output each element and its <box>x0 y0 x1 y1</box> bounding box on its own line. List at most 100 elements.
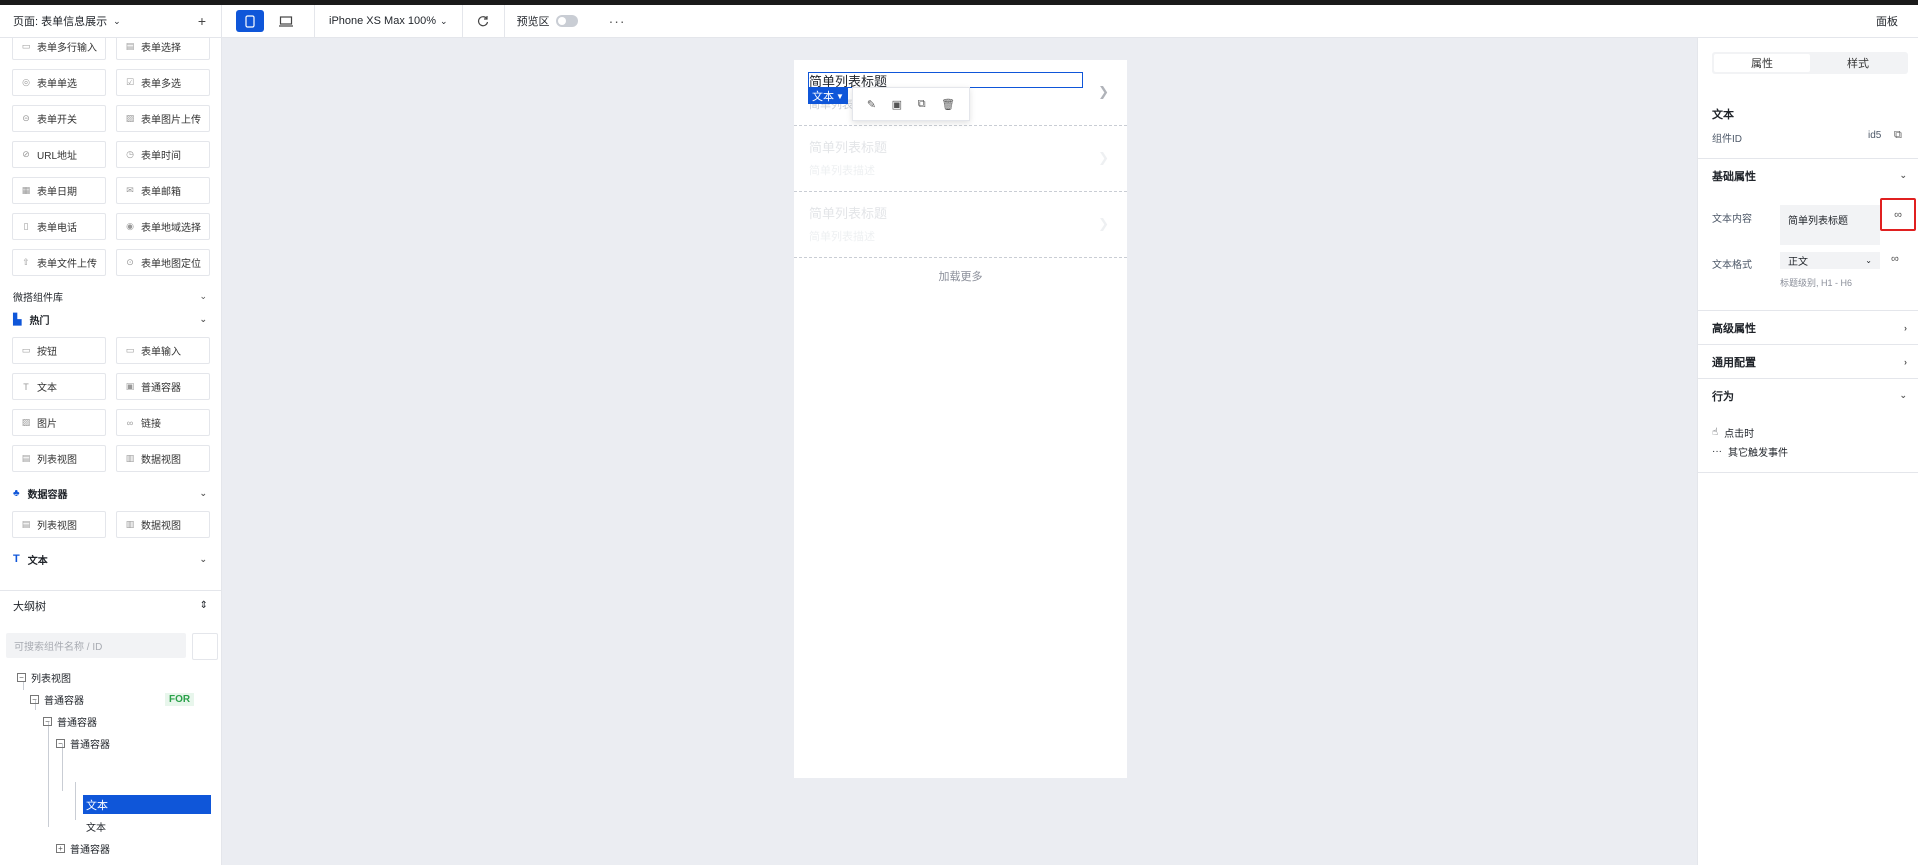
data-view-icon: ▥ <box>125 519 135 529</box>
component-panel: ▭ 表单多行输入 ▤ 表单选择 ◎ 表单单选 ☑ 表单多选 ⊝ 表单开关 ▨ 表单图片上传 … <box>0 38 222 865</box>
search-scroll-control[interactable] <box>192 633 218 660</box>
data-bind-button[interactable]: ∞ <box>1880 198 1916 231</box>
tree-node[interactable]: 文本 <box>86 817 106 835</box>
component-label: 表单输入 <box>141 347 181 358</box>
load-more[interactable]: 加载更多 <box>794 268 1127 284</box>
component-label: 表单多选 <box>141 79 181 90</box>
more-icon[interactable]: ··· <box>609 13 626 29</box>
component-item[interactable]: ⇧ 表单文件上传 <box>12 249 106 276</box>
collapse-icon[interactable]: − <box>30 694 39 704</box>
list-item-subtitle: 简单列表描述 <box>809 231 875 243</box>
general-config-section[interactable]: 通用配置 › <box>1698 344 1918 378</box>
text-content-input[interactable]: 简单列表标题 <box>1780 205 1880 245</box>
switch-icon: ⊝ <box>22 113 30 123</box>
panel-button[interactable]: 面板 <box>1876 13 1898 29</box>
component-item[interactable]: ▭ 表单输入 <box>116 337 210 364</box>
component-item[interactable]: ▦ 表单日期 <box>12 177 106 204</box>
page-label: 页面: 表单信息展示 <box>13 16 108 28</box>
preview-label: 预览区 <box>516 16 550 28</box>
component-item[interactable]: ▯ 表单电话 <box>12 213 106 240</box>
page-selector[interactable]: 页面: 表单信息展示 ⌄ + <box>0 4 222 38</box>
collapse-icon[interactable]: − <box>43 716 52 726</box>
copy-icon[interactable]: ⧉ <box>918 98 926 111</box>
component-item[interactable]: ▥ 数据视图 <box>116 511 210 538</box>
save-icon[interactable]: ▣ <box>892 98 902 111</box>
component-item[interactable]: ▨ 表单图片上传 <box>116 105 210 132</box>
list-item[interactable]: 简单列表标题 简单列表描述 ❯ 文本 ▼ ✎ ▣ ⧉ 🗑 <box>794 60 1127 126</box>
selection-tag[interactable]: 文本 ▼ <box>808 88 848 104</box>
refresh-button[interactable] <box>463 4 505 38</box>
other-events[interactable]: ··· 其它触发事件 <box>1712 444 1788 459</box>
component-label: 表单开关 <box>37 115 77 126</box>
tree-node[interactable]: − 列表视图 <box>17 668 71 686</box>
list-item[interactable]: 简单列表标题 简单列表描述 ❯ <box>794 126 1127 192</box>
preview-toggle[interactable] <box>555 15 578 27</box>
component-item[interactable]: ⊝ 表单开关 <box>12 105 106 132</box>
component-item[interactable]: ∞ 链接 <box>116 409 210 436</box>
selection-outline <box>808 72 1083 88</box>
desktop-icon <box>279 15 293 27</box>
link-icon[interactable]: ∞ <box>1891 253 1899 265</box>
component-item[interactable]: ◎ 表单单选 <box>12 69 106 96</box>
component-label: URL地址 <box>37 151 78 162</box>
delete-icon[interactable]: 🗑 <box>941 98 955 111</box>
outline-search-input[interactable]: 可搜索组件名称 / ID <box>6 633 186 658</box>
copy-icon[interactable]: ⧉ <box>1894 129 1902 142</box>
component-label: 表单地图定位 <box>141 259 201 270</box>
component-label: 表单时间 <box>141 151 181 162</box>
text-format-select[interactable]: 正文 ⌄ <box>1780 252 1880 269</box>
component-item[interactable]: ▤ 表单选择 <box>116 38 210 60</box>
tree-node[interactable]: − 普通容器 <box>43 712 97 730</box>
component-item[interactable]: ▭ 表单多行输入 <box>12 38 106 60</box>
tree-node-label: 列表视图 <box>31 673 71 685</box>
component-item[interactable]: ▤ 列表视图 <box>12 445 106 472</box>
component-item[interactable]: ✉ 表单邮箱 <box>116 177 210 204</box>
basic-props-section[interactable]: 基础属性 ⌄ <box>1698 158 1918 192</box>
on-click-event[interactable]: ☝ 点击时 <box>1712 425 1754 440</box>
collapse-icon[interactable]: − <box>56 738 65 748</box>
tab-properties[interactable]: 属性 <box>1714 54 1810 72</box>
tree-node[interactable]: + 普通容器 <box>56 839 110 857</box>
tree-node[interactable]: − 普通容器 <box>30 690 84 708</box>
advanced-props-section[interactable]: 高级属性 › <box>1698 310 1918 344</box>
divider <box>1698 472 1918 473</box>
component-item[interactable]: ▨ 图片 <box>12 409 106 436</box>
component-item[interactable]: T 文本 <box>12 373 106 400</box>
list-item-subtitle: 简单列表描述 <box>809 165 875 177</box>
component-item[interactable]: ▥ 数据视图 <box>116 445 210 472</box>
tree-node-selected[interactable]: 文本 <box>83 795 211 814</box>
tab-style[interactable]: 样式 <box>1810 54 1906 72</box>
text-section[interactable]: T 文本 ⌄ <box>0 547 221 571</box>
mobile-device-button[interactable] <box>236 10 264 32</box>
component-item[interactable]: ◉ 表单地域选择 <box>116 213 210 240</box>
outline-header[interactable]: 大纲树 ⇕ <box>0 590 221 620</box>
component-item[interactable]: ▭ 按钮 <box>12 337 106 364</box>
button-icon: ▭ <box>21 345 31 355</box>
behavior-section[interactable]: 行为 ⌄ <box>1698 378 1918 412</box>
chevron-right-icon: ❯ <box>1098 84 1109 99</box>
component-item[interactable]: ▤ 列表视图 <box>12 511 106 538</box>
library-section[interactable]: 微搭组件库 ⌄ <box>0 285 221 307</box>
data-view-icon: ▥ <box>125 453 135 463</box>
add-page-icon[interactable]: + <box>198 13 206 29</box>
data-container-section[interactable]: ♣ 数据容器 ⌄ <box>0 481 221 505</box>
list-item-title: 简单列表标题 <box>809 206 888 221</box>
component-label: 表单多行输入 <box>37 43 97 54</box>
component-id-label: 组件ID <box>1712 134 1742 145</box>
desktop-device-button[interactable] <box>272 10 300 32</box>
component-item[interactable]: ⊘ URL地址 <box>12 141 106 168</box>
component-label: 列表视图 <box>37 521 77 532</box>
edit-icon[interactable]: ✎ <box>867 98 876 111</box>
device-model-select[interactable]: iPhone XS Max 100% ⌄ <box>315 4 463 38</box>
component-item[interactable]: ◷ 表单时间 <box>116 141 210 168</box>
hot-section[interactable]: ▙ 热门 ⌄ <box>0 307 221 331</box>
list-item[interactable]: 简单列表标题 简单列表描述 ❯ <box>794 192 1127 258</box>
expand-icon[interactable]: + <box>56 843 65 853</box>
collapse-toggle-icon[interactable]: ⇕ <box>200 600 208 611</box>
tree-node[interactable]: − 普通容器 <box>56 734 110 752</box>
textarea-icon: ▭ <box>21 41 31 51</box>
component-item[interactable]: ☑ 表单多选 <box>116 69 210 96</box>
collapse-icon[interactable]: − <box>17 672 26 682</box>
component-item[interactable]: ▣ 普通容器 <box>116 373 210 400</box>
component-item[interactable]: ⊙ 表单地图定位 <box>116 249 210 276</box>
